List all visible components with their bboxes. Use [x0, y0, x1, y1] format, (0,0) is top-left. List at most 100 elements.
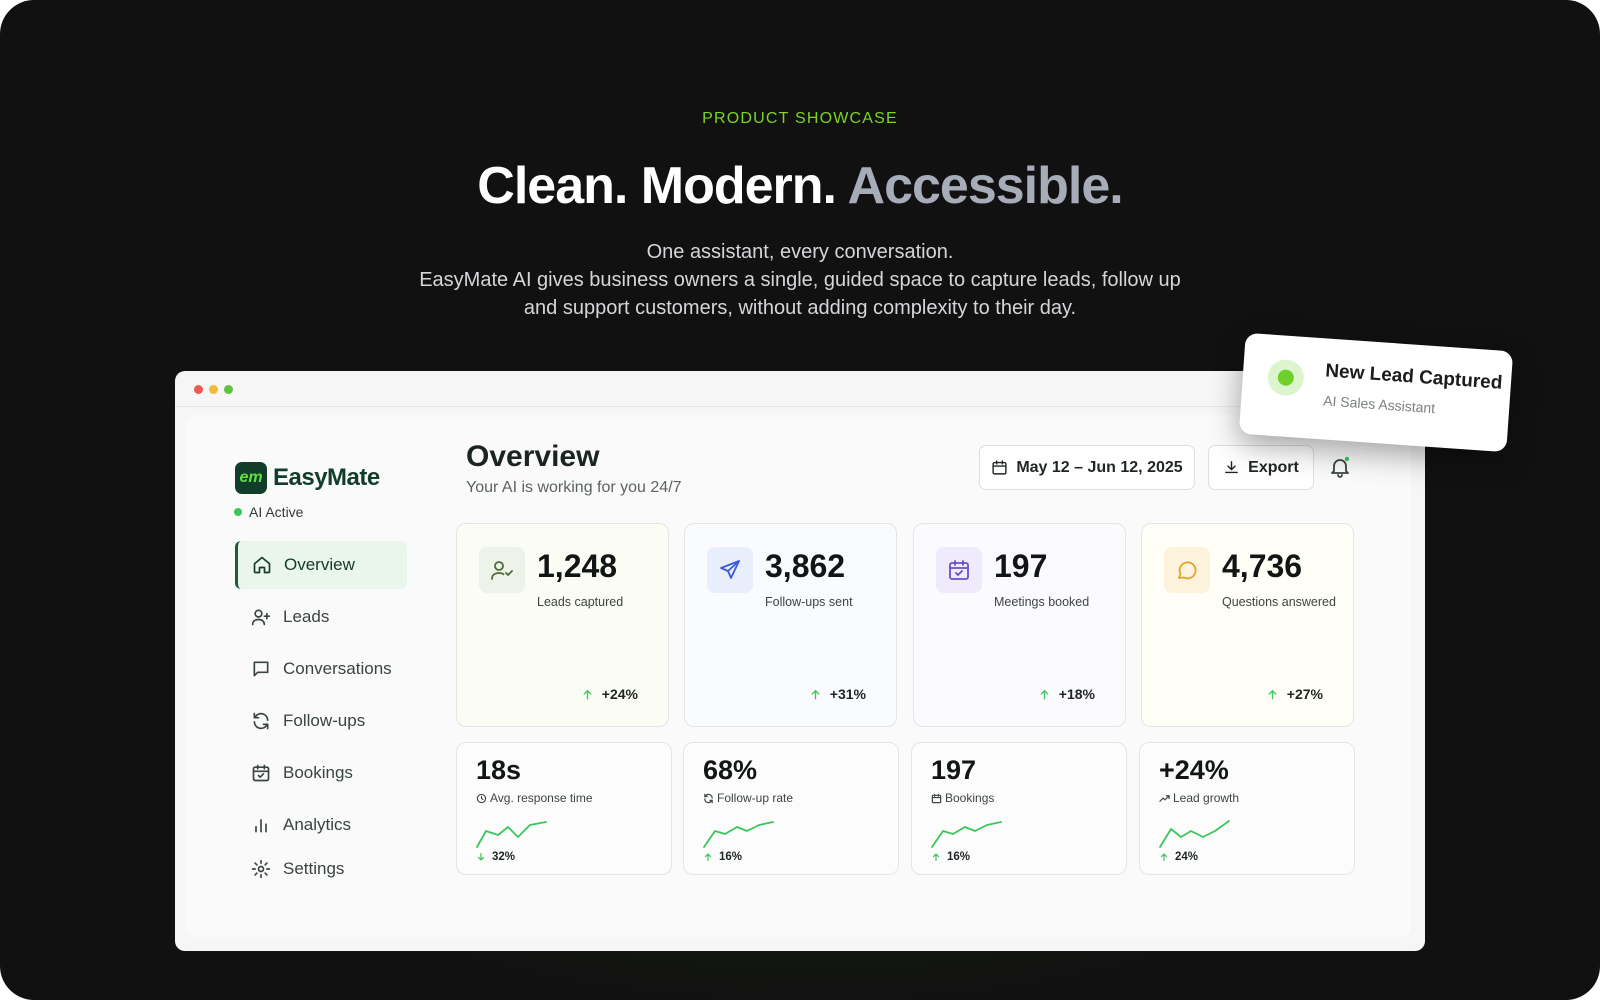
sparkline: [931, 821, 1002, 848]
arrow-up-icon: [583, 689, 592, 700]
home-icon: [253, 556, 271, 574]
stat-value: 4,736: [1222, 548, 1303, 584]
brand-logo[interactable]: em EasyMate: [235, 462, 380, 494]
stat-icon-wrap: [1164, 547, 1210, 593]
sparkline: [476, 821, 547, 848]
sidebar-item-follow-ups[interactable]: Follow-ups: [235, 697, 407, 745]
showcase-stage: PRODUCT SHOWCASE Clean. Modern. Accessib…: [0, 0, 1600, 1000]
export-button[interactable]: Export: [1208, 445, 1314, 490]
metric-label-text: Follow-up rate: [717, 791, 794, 805]
sidebar-item-overview[interactable]: Overview: [235, 541, 407, 589]
metric-value: +24%: [1159, 755, 1229, 785]
new-lead-toast[interactable]: New Lead Captured AI Sales Assistant: [1238, 332, 1514, 453]
sidebar-item-conversations[interactable]: Conversations: [235, 645, 407, 693]
user-plus-icon: [251, 609, 271, 626]
date-range-label: May 12 – Jun 12, 2025: [1016, 458, 1183, 476]
stat-delta-value: +31%: [829, 686, 866, 702]
arrow-up-icon: [811, 689, 820, 700]
sidebar-item-bookings[interactable]: Bookings: [235, 749, 407, 797]
subtext-line: EasyMate AI gives business owners a sing…: [419, 269, 1181, 291]
message-square-icon: [253, 661, 269, 677]
metric-value: 68%: [703, 755, 758, 785]
metric-delta-value: 24%: [1175, 851, 1199, 863]
ai-status-label: AI Active: [249, 504, 304, 520]
sidebar-item-label: Conversations: [283, 659, 392, 678]
stat-delta-value: +24%: [601, 686, 638, 702]
stat-card-meetings[interactable]: 197 Meetings booked +18%: [913, 523, 1126, 727]
arrow-up-icon: [932, 853, 940, 861]
metric-label-text: Lead growth: [1173, 791, 1240, 805]
sidebar-item-leads[interactable]: Leads: [235, 593, 407, 641]
close-window-dot[interactable]: [194, 385, 203, 394]
stat-delta: +27%: [1266, 686, 1323, 702]
headline-accent: Accessible.: [847, 157, 1124, 215]
stat-label: Follow-ups sent: [765, 595, 853, 609]
maximize-window-dot[interactable]: [224, 385, 233, 394]
stat-card-follow-ups[interactable]: 3,862 Follow-ups sent +31%: [684, 523, 897, 727]
stat-delta-value: +27%: [1286, 686, 1323, 702]
stat-delta: +18%: [1038, 686, 1095, 702]
arrow-up-icon: [704, 853, 712, 861]
metric-label-text: Avg. response time: [490, 791, 593, 805]
arrow-up-icon: [1160, 853, 1168, 861]
stat-value: 3,862: [765, 548, 846, 584]
calendar-icon: [931, 793, 942, 803]
app-window: em EasyMate AI Active Overview Leads Con…: [175, 371, 1425, 951]
status-dot-icon: [234, 508, 242, 516]
brand-name: EasyMate: [273, 464, 380, 491]
app-content: em EasyMate AI Active Overview Leads Con…: [185, 415, 1411, 937]
date-range-button[interactable]: May 12 – Jun 12, 2025: [979, 445, 1195, 490]
subtext-line: One assistant, every conversation.: [646, 241, 954, 263]
headline-main: Clean. Modern.: [477, 157, 848, 215]
stat-label: Questions answered: [1222, 595, 1336, 609]
metric-card-response-time[interactable]: 18s Avg. response time 32%: [456, 742, 672, 875]
bar-chart-icon: [255, 819, 267, 833]
stat-icon-wrap: [707, 547, 753, 593]
sidebar-item-analytics[interactable]: Analytics: [235, 801, 407, 849]
arrow-down-icon: [477, 853, 485, 861]
sparkline: [703, 821, 774, 848]
toast-title: New Lead Captured: [1324, 360, 1504, 394]
stat-card-leads[interactable]: 1,248 Leads captured +24%: [456, 523, 669, 727]
stat-label: Leads captured: [537, 595, 624, 609]
trending-up-icon: [1159, 794, 1170, 802]
stat-delta: +31%: [809, 686, 866, 702]
metric-card-follow-up-rate[interactable]: 68% Follow-up rate 16%: [683, 742, 899, 875]
stat-icon-wrap: [936, 547, 982, 593]
logo-mark-icon: em: [235, 462, 267, 494]
metric-delta: 32%: [476, 851, 515, 863]
notification-bell-icon[interactable]: [1328, 455, 1352, 479]
sidebar-item-label: Follow-ups: [283, 711, 366, 730]
calendar-icon: [949, 560, 969, 580]
chat-bubble-icon: [1178, 561, 1197, 580]
toast-status-icon: [1266, 358, 1306, 397]
page-subtitle: Your AI is working for you 24/7: [466, 479, 682, 496]
stat-delta: +24%: [581, 686, 638, 702]
sparkline: [1159, 820, 1230, 848]
metric-delta: 16%: [703, 851, 742, 863]
clock-icon: [476, 793, 487, 803]
metric-card-lead-growth[interactable]: +24% Lead growth 24%: [1139, 742, 1355, 875]
calendar-check-icon: [252, 764, 270, 782]
metric-delta: 16%: [931, 851, 970, 863]
metric-delta-value: 32%: [492, 851, 516, 863]
ai-status: AI Active: [234, 504, 303, 520]
metric-card-bookings[interactable]: 197 Bookings 16%: [911, 742, 1127, 875]
stat-value: 1,248: [537, 548, 618, 584]
stat-card-questions[interactable]: 4,736 Questions answered +27%: [1141, 523, 1354, 727]
sidebar-item-label: Leads: [283, 607, 330, 626]
stat-value: 197: [994, 548, 1048, 584]
download-icon: [1225, 461, 1239, 474]
metric-delta: 24%: [1159, 851, 1198, 863]
page-title: Overview: [466, 440, 600, 473]
user-check-icon: [491, 561, 513, 580]
stat-icon-wrap: [479, 547, 525, 593]
sidebar-item-settings[interactable]: Settings: [235, 845, 407, 893]
subtext-line: and support customers, without adding co…: [523, 297, 1077, 319]
window-titlebar: [175, 371, 1425, 407]
minimize-window-dot[interactable]: [209, 385, 218, 394]
toast-subtitle: AI Sales Assistant: [1322, 392, 1436, 417]
metric-delta-value: 16%: [719, 851, 743, 863]
hero-subtext: One assistant, every conversation. EasyM…: [400, 238, 1200, 322]
metric-label: Lead growth: [1159, 791, 1239, 805]
